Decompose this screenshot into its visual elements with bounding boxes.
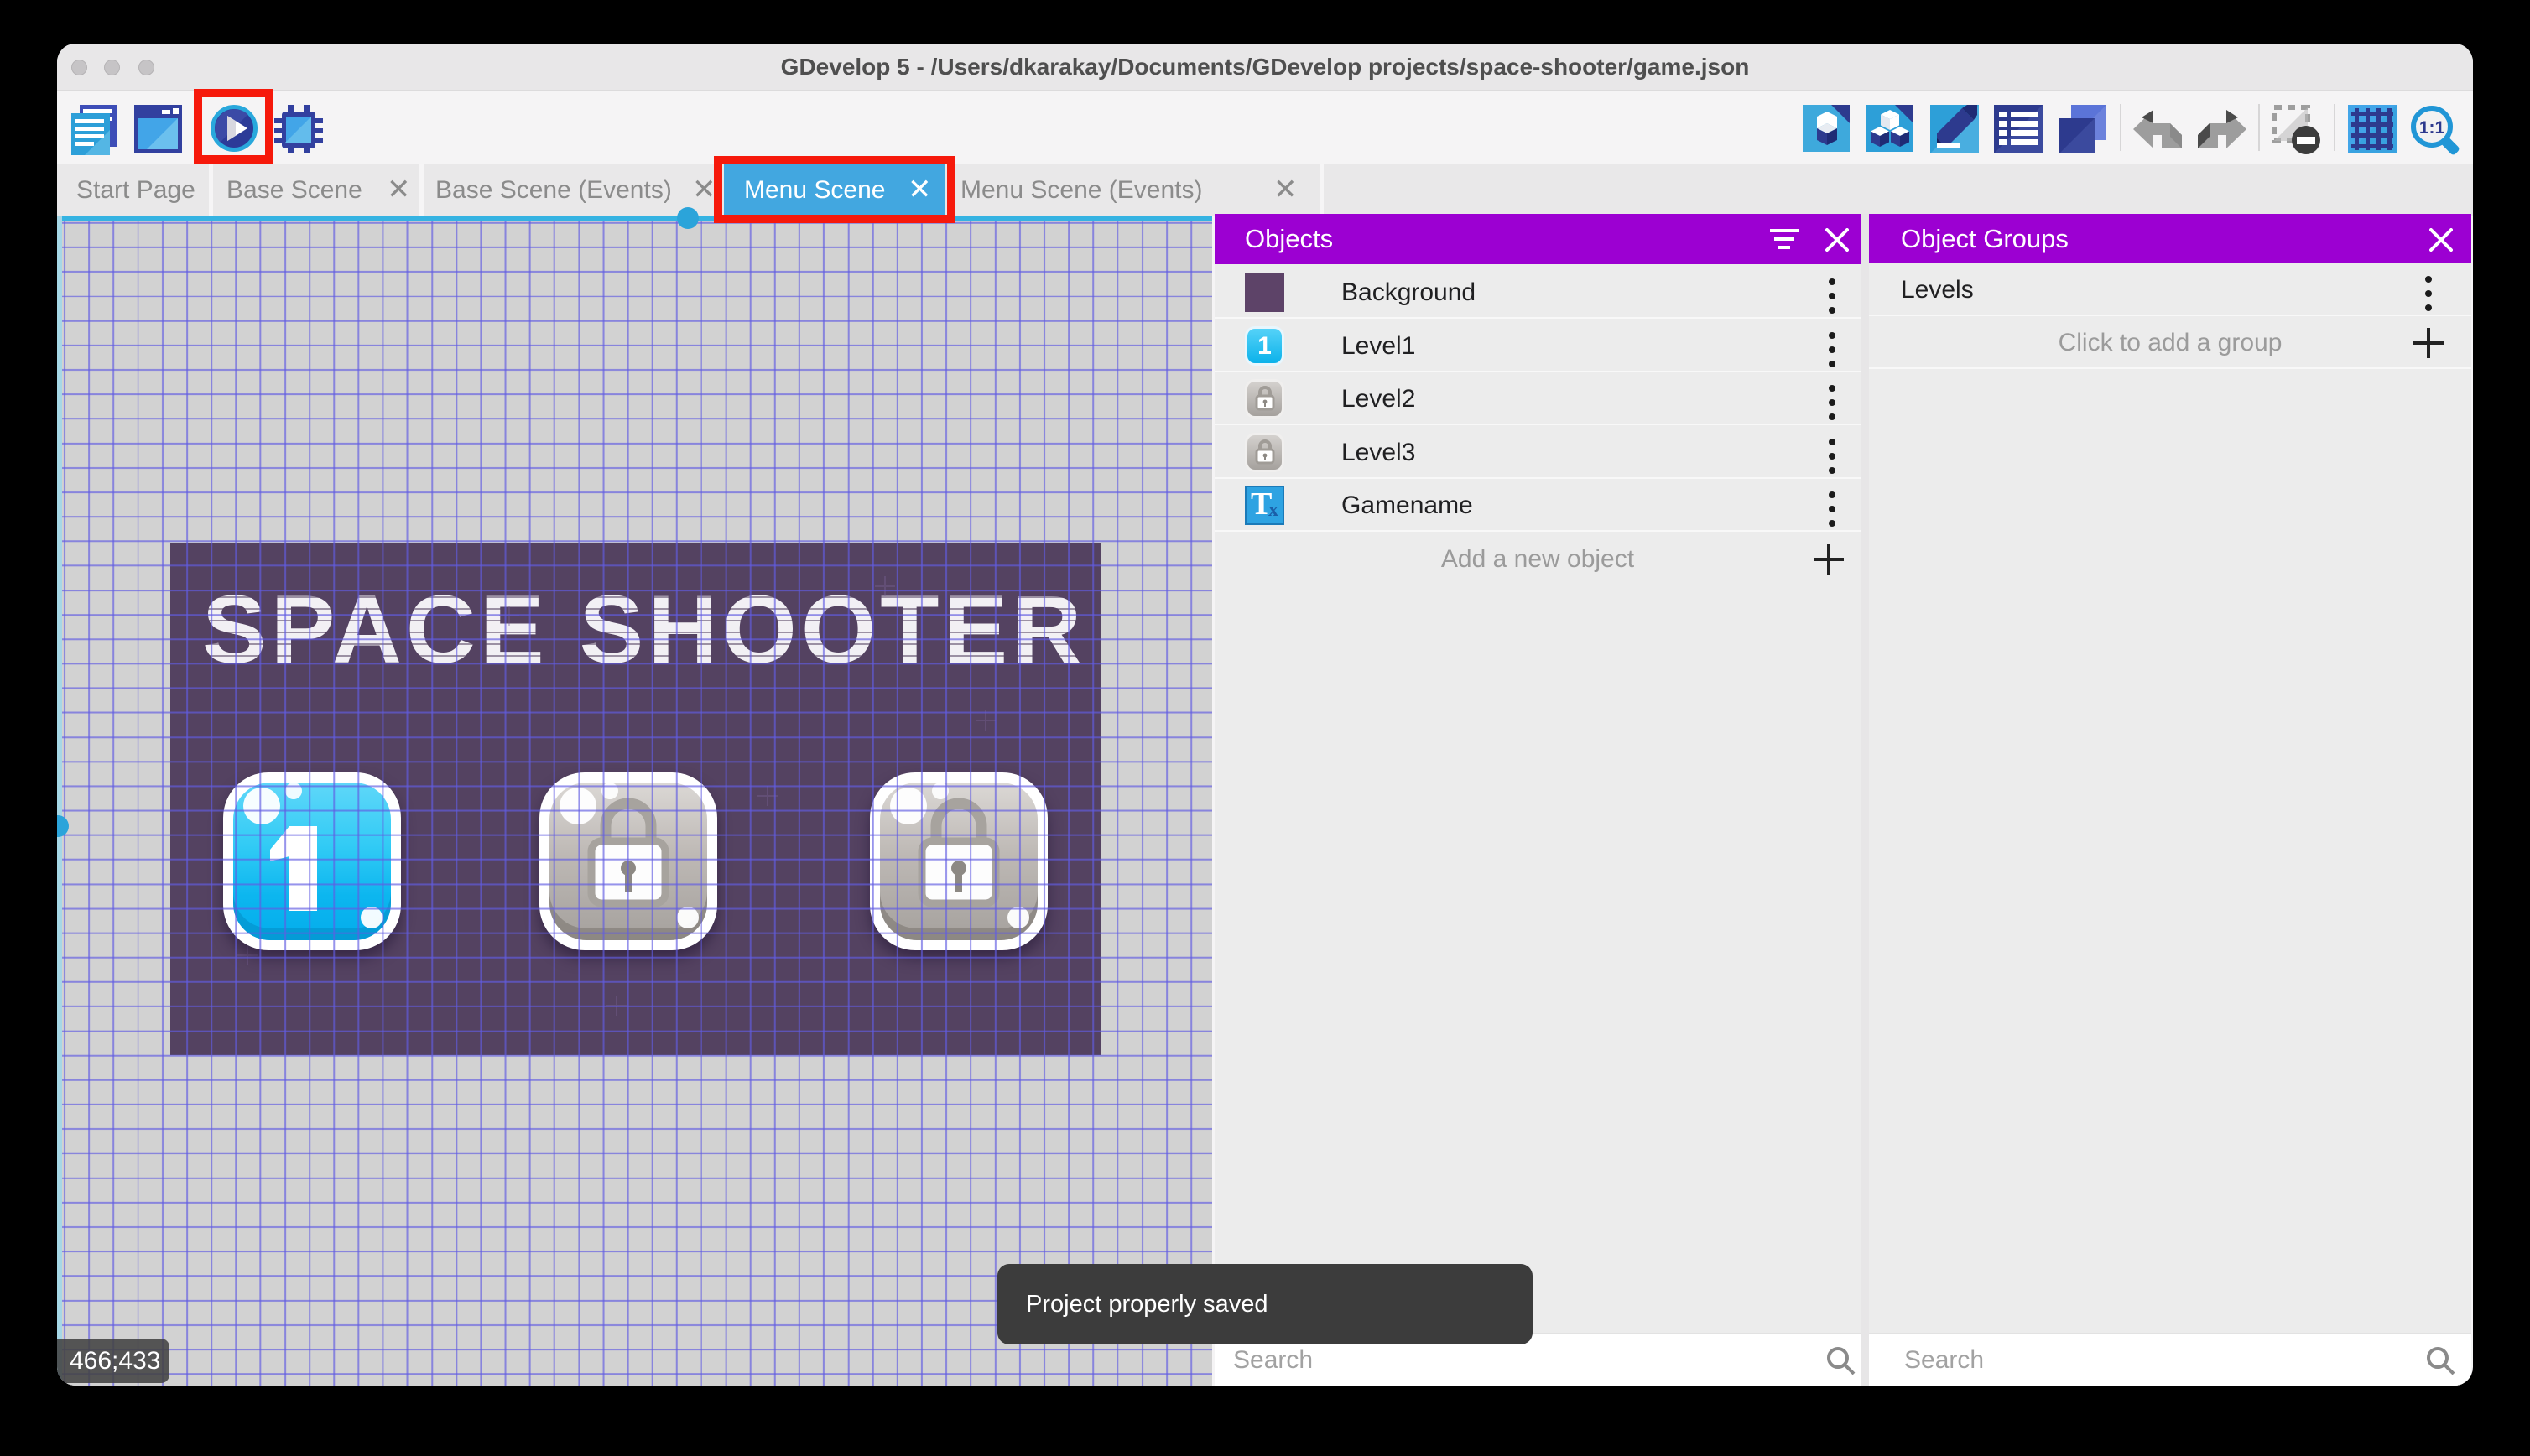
svg-text:1:1: 1:1 (2419, 118, 2445, 138)
